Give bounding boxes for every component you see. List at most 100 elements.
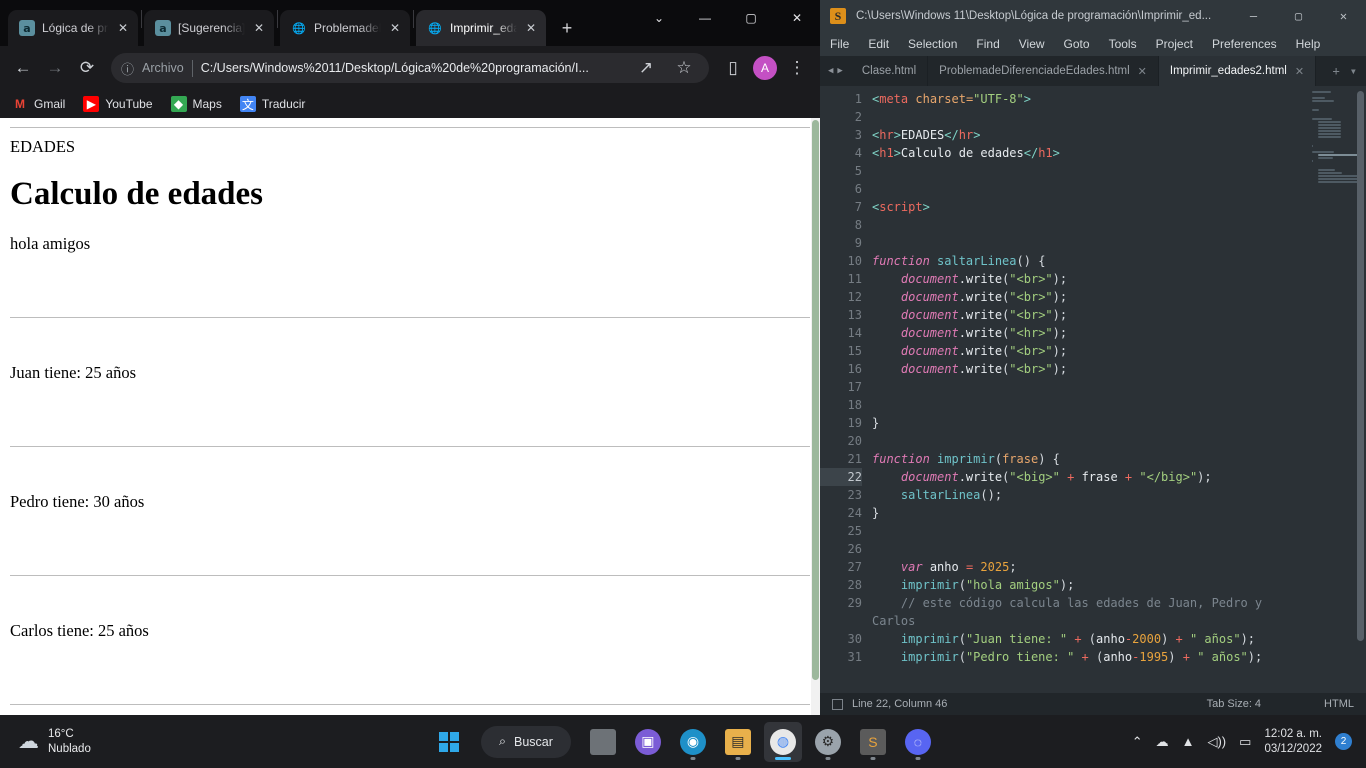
- forward-button[interactable]: →: [40, 53, 70, 83]
- close-tab-icon[interactable]: ✕: [388, 21, 402, 35]
- share-icon[interactable]: ↗: [631, 53, 661, 83]
- menu-edit[interactable]: Edit: [868, 37, 889, 51]
- menu-file[interactable]: File: [830, 37, 849, 51]
- profile-avatar[interactable]: A: [753, 56, 777, 80]
- new-tab-icon[interactable]: +: [1333, 64, 1340, 78]
- sublime-text-window: S C:\Users\Windows 11\Desktop\Lógica de …: [820, 0, 1366, 715]
- chrome-menu-icon[interactable]: ⋮: [782, 53, 812, 83]
- page-divider: [10, 127, 810, 128]
- bookmark-traducir[interactable]: 文 Traducir: [239, 96, 305, 112]
- new-tab-button[interactable]: +: [553, 14, 581, 42]
- bookmark-gmail[interactable]: M Gmail: [12, 96, 65, 112]
- minimap-line: [1318, 172, 1342, 174]
- onedrive-icon[interactable]: ☁: [1156, 734, 1169, 750]
- browser-tab-4[interactable]: 🌐 Imprimir_eda ✕: [416, 10, 546, 46]
- code-token: .write: [958, 344, 1003, 358]
- editor-tab-problemadediferenciadeedades[interactable]: ProblemadeDiferenciadeEdades.html ✕: [928, 56, 1159, 86]
- code-token: .write: [958, 290, 1003, 304]
- code-token: >: [1023, 92, 1031, 106]
- code-token: imprimir: [900, 632, 959, 646]
- code-line: }: [872, 414, 1308, 432]
- close-tab-icon[interactable]: ✕: [524, 21, 538, 35]
- code-token: (: [994, 452, 1003, 466]
- editor-tab-imprimir-edades2[interactable]: Imprimir_edades2.html ✕: [1158, 56, 1317, 86]
- menu-selection[interactable]: Selection: [908, 37, 957, 51]
- close-window-button[interactable]: ✕: [1321, 0, 1366, 32]
- code-minimap[interactable]: [1308, 86, 1366, 693]
- rendered-html-page: EDADES Calculo de edades hola amigos Jua…: [0, 127, 820, 705]
- page-info-icon[interactable]: ⓘ: [121, 59, 134, 78]
- page-line-hola: hola amigos: [10, 234, 91, 253]
- bookmark-maps[interactable]: ◆ Maps: [170, 96, 222, 112]
- browser-tab-3[interactable]: 🌐 ProblemadeD ✕: [280, 10, 410, 46]
- wifi-icon[interactable]: ▲: [1182, 734, 1195, 749]
- back-button[interactable]: ←: [8, 53, 38, 83]
- bookmark-youtube[interactable]: ▶ YouTube: [83, 96, 153, 112]
- side-panel-icon[interactable]: ▯: [718, 53, 748, 83]
- tray-chevron-icon[interactable]: ⌃: [1132, 734, 1143, 750]
- menu-help[interactable]: Help: [1296, 37, 1321, 51]
- edge-button[interactable]: ◉: [674, 722, 712, 762]
- tab-size-label[interactable]: Tab Size: 4: [1207, 698, 1261, 710]
- menu-find[interactable]: Find: [976, 37, 999, 51]
- weather-condition: Nublado: [48, 742, 91, 755]
- menu-preferences[interactable]: Preferences: [1212, 37, 1277, 51]
- code-line: imprimir("hola amigos");: [872, 576, 1308, 594]
- tab-prev-icon[interactable]: ◀: [828, 66, 833, 76]
- line-number: 5: [854, 164, 862, 178]
- omnibox-divider: [191, 59, 193, 77]
- menu-project[interactable]: Project: [1156, 37, 1193, 51]
- close-tab-icon[interactable]: ✕: [1138, 65, 1147, 78]
- bookmark-label: Gmail: [34, 97, 66, 111]
- taskbar-clock[interactable]: 12:02 a. m. 03/12/2022: [1264, 727, 1322, 757]
- maximize-button[interactable]: ▢: [728, 0, 774, 36]
- line-number: 19: [847, 416, 862, 430]
- tab-search-icon[interactable]: ⌄: [636, 0, 682, 36]
- editor-tab-label: Imprimir_edades2.html: [1169, 65, 1287, 77]
- syntax-label[interactable]: HTML: [1324, 698, 1354, 710]
- start-button[interactable]: [430, 722, 468, 762]
- taskbar-search[interactable]: ⌕ Buscar: [481, 725, 571, 758]
- task-view-button[interactable]: [584, 722, 622, 762]
- editor-scrollbar-thumb[interactable]: [1357, 91, 1364, 641]
- reload-button[interactable]: ⟳: [72, 53, 102, 83]
- address-bar[interactable]: ⓘ Archivo C:/Users/Windows%2011/Desktop/…: [111, 53, 709, 83]
- maximize-button[interactable]: ▢: [1276, 0, 1321, 32]
- menu-tools[interactable]: Tools: [1109, 37, 1137, 51]
- menu-view[interactable]: View: [1019, 37, 1045, 51]
- minimap-line: [1318, 130, 1341, 132]
- menu-goto[interactable]: Goto: [1064, 37, 1090, 51]
- bookmark-star-icon[interactable]: ☆: [669, 53, 699, 83]
- browser-tab-2[interactable]: a [Sugerencia] ✕: [144, 10, 274, 46]
- minimap-line: [1312, 160, 1313, 162]
- minimap-line: [1318, 121, 1341, 123]
- volume-icon[interactable]: ◁)): [1207, 734, 1226, 750]
- close-tab-icon[interactable]: ✕: [116, 21, 130, 35]
- editor-tab-clase[interactable]: Clase.html: [851, 56, 929, 86]
- teams-button[interactable]: ▣: [629, 722, 667, 762]
- encoding-indicator-icon[interactable]: [832, 698, 843, 710]
- sublime-text-button[interactable]: S: [854, 722, 892, 762]
- battery-icon[interactable]: ▭: [1239, 734, 1251, 750]
- browser-tab-1[interactable]: a Lógica de pro ✕: [8, 10, 138, 46]
- close-tab-icon[interactable]: ✕: [1295, 65, 1304, 78]
- discord-button[interactable]: ◌: [899, 722, 937, 762]
- weather-widget[interactable]: ☁ 16°C Nublado: [0, 727, 430, 757]
- scheme-label: Archivo: [142, 61, 184, 75]
- page-line-pedro: Pedro tiene: 30 años: [10, 492, 145, 511]
- notification-badge[interactable]: 2: [1335, 733, 1352, 750]
- settings-button[interactable]: ⚙: [809, 722, 847, 762]
- tab-next-icon[interactable]: ▶: [837, 66, 842, 76]
- close-tab-icon[interactable]: ✕: [252, 21, 266, 35]
- folder-icon: ▤: [724, 728, 751, 755]
- code-editor-area[interactable]: <meta charset="UTF-8"> <hr>EDADES</hr> <h…: [862, 86, 1308, 693]
- tab-overflow-icon[interactable]: ▾: [1350, 64, 1357, 78]
- minimize-button[interactable]: —: [1231, 0, 1276, 32]
- minimize-button[interactable]: —: [682, 0, 728, 36]
- page-scrollbar-thumb[interactable]: [812, 120, 819, 680]
- file-explorer-button[interactable]: ▤: [719, 722, 757, 762]
- chrome-button[interactable]: ◍: [763, 721, 802, 762]
- close-window-button[interactable]: ✕: [774, 0, 820, 36]
- editor-tab-label: Clase.html: [861, 65, 917, 77]
- page-scrollbar[interactable]: [811, 118, 820, 715]
